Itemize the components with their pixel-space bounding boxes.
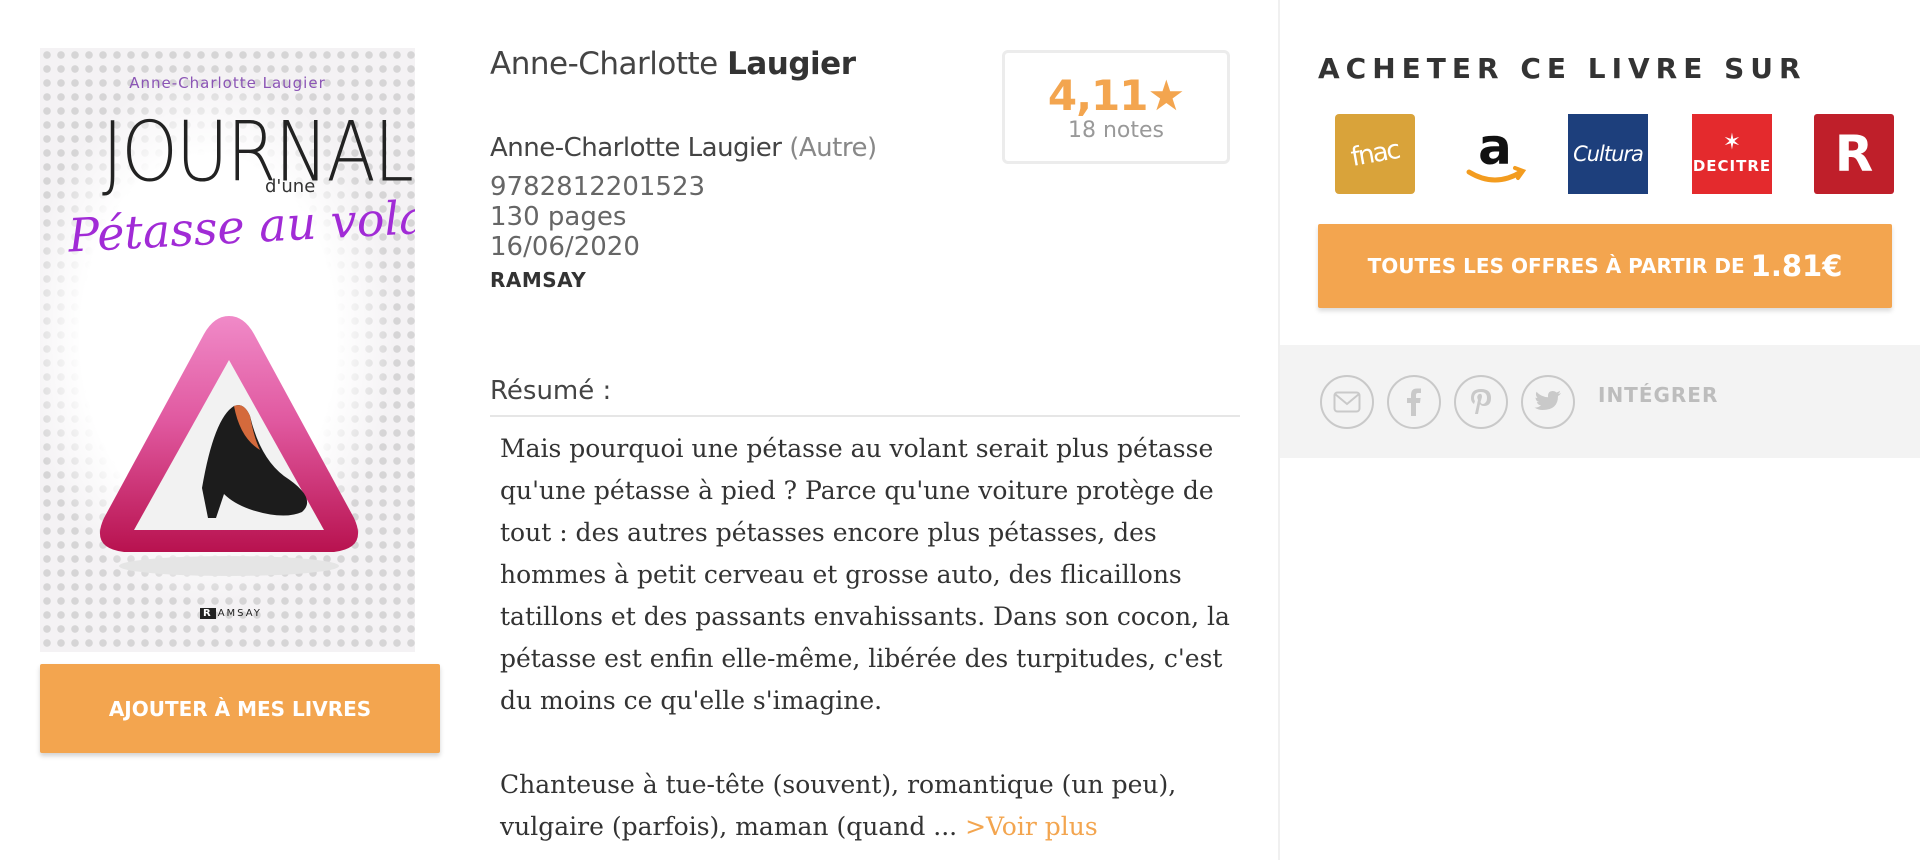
all-offers-button[interactable]: TOUTES LES OFFRES À PARTIR DE 1.81€ [1318,224,1892,308]
page-count: 130 pages [490,202,627,232]
pinterest-icon[interactable] [1454,375,1508,429]
store-amazon-logo[interactable]: a [1455,114,1535,194]
resume-divider [490,415,1240,417]
rating-box[interactable]: 4,11★ 18 notes [1002,50,1230,164]
add-to-my-books-button[interactable]: AJOUTER À MES LIVRES [40,664,440,753]
store-rakuten-logo[interactable]: R [1814,114,1894,194]
see-more-link[interactable]: >Voir plus [965,812,1098,841]
author-first-name: Anne-Charlotte [490,46,718,82]
store-decitre-logo[interactable]: ✶ DECITRE [1692,114,1772,194]
warning-sign-shoe-icon [99,316,359,576]
resume-text: Mais pourquoi une pétasse au volant sera… [500,428,1240,848]
book-cover[interactable]: Anne-Charlotte Laugier JOURNAL d'une Pét… [40,48,415,652]
cover-publisher: R AMSAY [200,608,262,619]
offers-price: 1.81€ [1750,249,1843,283]
resume-heading: Résumé : [490,376,612,406]
embed-link[interactable]: INTÉGRER [1598,383,1718,407]
store-cultura-logo[interactable]: Cultura [1568,114,1648,194]
cover-author: Anne-Charlotte Laugier [129,74,326,92]
cover-title: JOURNAL [102,103,414,201]
contributor-name[interactable]: Anne-Charlotte Laugier [490,133,782,163]
resume-paragraph: Mais pourquoi une pétasse au volant sera… [500,434,1230,715]
publication-date: 16/06/2020 [490,232,640,262]
twitter-icon[interactable] [1521,375,1575,429]
store-fnac-logo[interactable]: fnac [1335,114,1415,194]
facebook-icon[interactable] [1387,375,1441,429]
svg-text:a: a [1478,118,1512,176]
resume-paragraph: Chanteuse à tue-tête (souvent), romantiq… [500,770,1177,841]
cover-title-small: d'une [265,176,316,197]
mail-icon[interactable] [1320,375,1374,429]
offers-label: TOUTES LES OFFRES À PARTIR DE [1367,254,1745,278]
amazon-icon: a [1466,118,1527,183]
contributor: Anne-Charlotte Laugier (Autre) [490,133,877,163]
rating-value: 4,11★ [1047,71,1185,120]
buy-heading: ACHETER CE LIVRE SUR [1318,52,1807,85]
share-panel: INTÉGRER [1280,345,1920,458]
isbn: 9782812201523 [490,172,706,202]
author-link[interactable]: Anne-Charlotte Laugier [490,46,856,82]
contributor-role: (Autre) [789,133,877,163]
rating-count: 18 notes [1067,118,1164,143]
publisher-link[interactable]: RAMSAY [490,268,586,292]
author-last-name: Laugier [727,46,856,82]
